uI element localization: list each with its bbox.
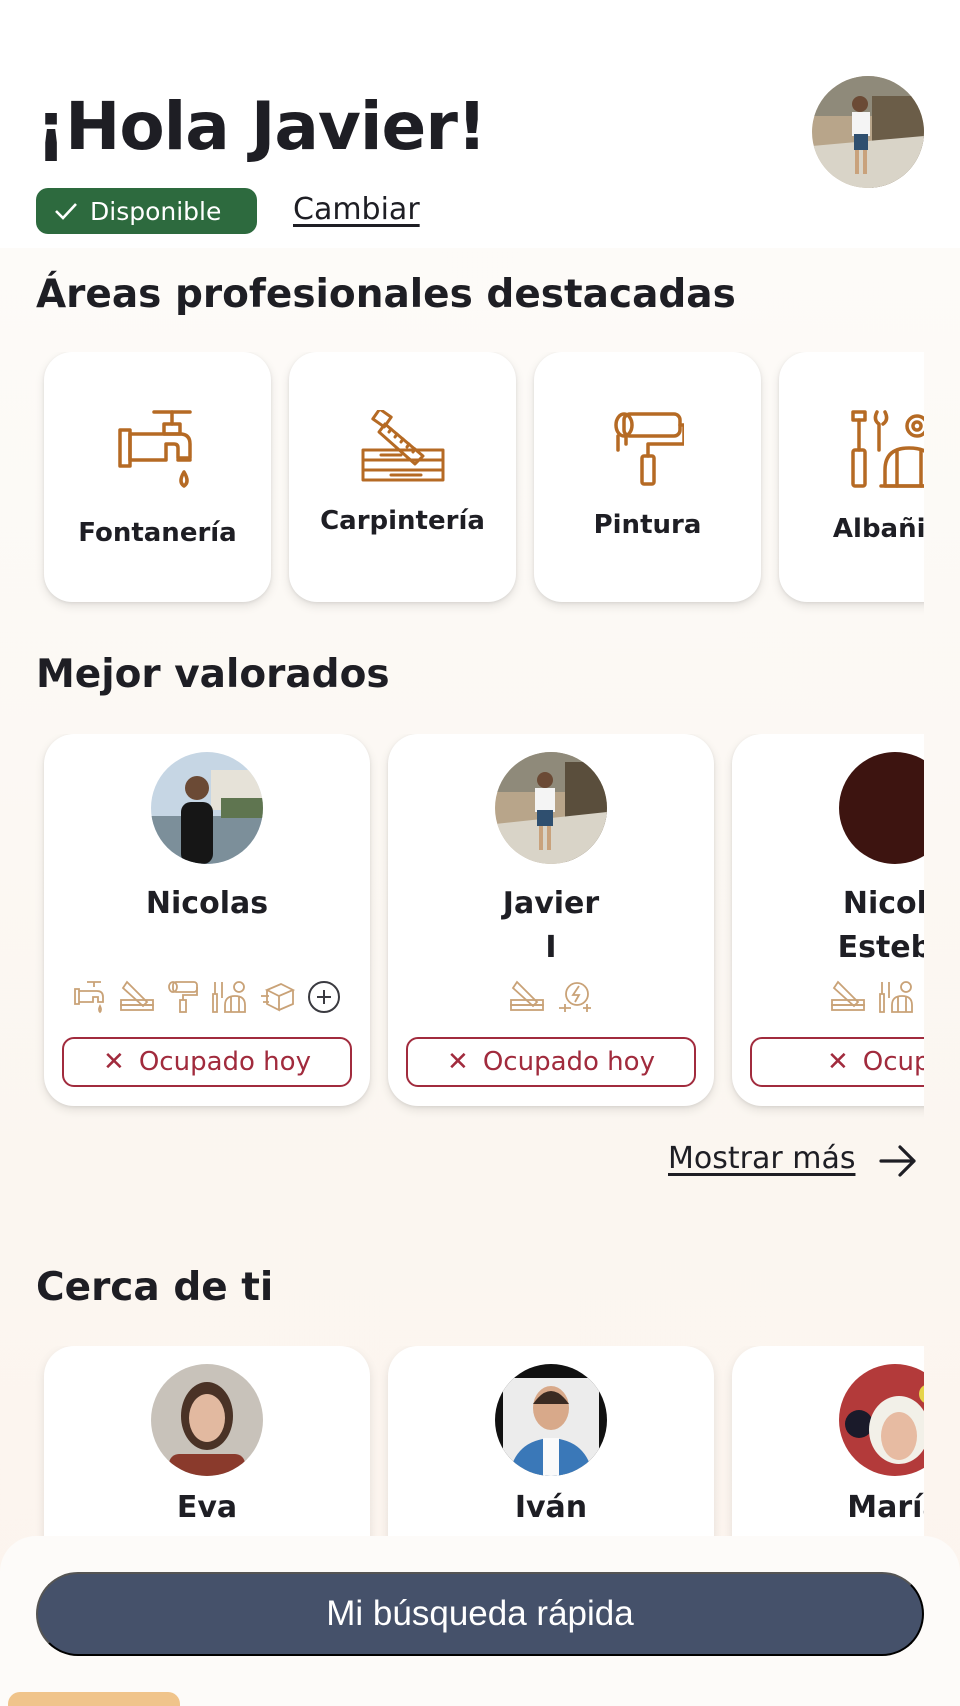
services-icons [44, 980, 370, 1014]
professional-name: Nicola Esteba [837, 886, 924, 965]
busy-status-badge: ✕ Ocupado hoy [62, 1037, 352, 1087]
top-rated-section-title: Mejor valorados [36, 652, 390, 697]
area-label: Albañile [832, 514, 924, 544]
professional-card[interactable]: Javier I ✕ Ocupado hoy [388, 734, 714, 1106]
professional-name: Javier I [502, 886, 600, 965]
paint-roller-icon [168, 981, 198, 1013]
avatar [495, 752, 607, 864]
professional-name: Eva [176, 1490, 238, 1525]
nearby-professional-card[interactable]: Iván [388, 1346, 714, 1536]
box-icon [261, 983, 295, 1012]
avatar [151, 1364, 263, 1476]
busy-label: Ocupad [862, 1047, 924, 1077]
faucet-icon [117, 410, 192, 488]
nearby-professional-card[interactable]: Eva [44, 1346, 370, 1536]
bottom-nav-peek [8, 1692, 180, 1706]
show-more-link[interactable]: Mostrar más [668, 1141, 855, 1176]
quick-search-button[interactable]: Mi búsqueda rápida [36, 1572, 924, 1656]
avatar [839, 1364, 924, 1476]
areas-section-title: Áreas profesionales destacadas [36, 272, 736, 317]
nearby-section-title: Cerca de ti [36, 1265, 274, 1310]
close-icon: ✕ [447, 1047, 469, 1077]
faucet-icon [74, 981, 104, 1014]
nearby-carousel[interactable]: Eva Iván Marí [0, 1346, 924, 1536]
profile-avatar[interactable] [812, 76, 924, 188]
professional-card[interactable]: Nicola Esteba ✕ Ocupad [732, 734, 924, 1106]
change-status-link[interactable]: Cambiar [293, 192, 420, 227]
checkmark-icon [55, 203, 77, 220]
area-label: Carpintería [320, 506, 485, 536]
avatar [495, 1364, 607, 1476]
nearby-professional-card[interactable]: María [732, 1346, 924, 1536]
saw-wood-icon [120, 980, 154, 1011]
busy-label: Ocupado hoy [482, 1047, 655, 1077]
arrow-right-icon[interactable] [878, 1143, 918, 1179]
services-icons [732, 980, 924, 1014]
saw-wood-icon [831, 980, 865, 1011]
avatar [839, 752, 924, 864]
close-icon: ✕ [103, 1047, 125, 1077]
tools-helmet-icon [212, 981, 246, 1013]
availability-status-badge[interactable]: Disponible [36, 188, 257, 234]
close-icon: ✕ [827, 1047, 849, 1077]
services-icons [388, 980, 714, 1014]
tools-helmet-icon [850, 410, 924, 488]
area-label: Fontanería [78, 518, 237, 548]
professional-card[interactable]: Nicolas ✕ Ocupado hoy [44, 734, 370, 1106]
greeting-title: ¡Hola Javier! [36, 88, 487, 165]
electric-icon [559, 982, 591, 1012]
area-label: Pintura [593, 510, 702, 540]
professional-name: Nicolas [145, 886, 269, 921]
saw-wood-icon [361, 410, 444, 482]
busy-label: Ocupado hoy [138, 1047, 311, 1077]
area-card-plumbing[interactable]: Fontanería [44, 352, 271, 602]
busy-status-badge: ✕ Ocupado hoy [406, 1037, 696, 1087]
tools-helmet-icon [879, 981, 913, 1013]
area-card-masonry[interactable]: Albañile [779, 352, 924, 602]
professional-name: Iván [514, 1490, 588, 1525]
busy-status-badge: ✕ Ocupad [750, 1037, 924, 1087]
paint-roller-icon [613, 412, 684, 486]
area-card-carpentry[interactable]: Carpintería [289, 352, 516, 602]
professional-name: María [847, 1490, 924, 1525]
status-label: Disponible [90, 196, 222, 226]
avatar [151, 752, 263, 864]
area-card-painting[interactable]: Pintura [534, 352, 761, 602]
top-rated-carousel[interactable]: Nicolas ✕ Ocupado hoy Javier I ✕ Ocupado… [0, 734, 924, 1120]
areas-carousel[interactable]: Fontanería Carpintería Pintura Albañi [0, 352, 924, 622]
saw-wood-icon [510, 980, 544, 1011]
plus-circle-icon[interactable] [307, 980, 341, 1014]
